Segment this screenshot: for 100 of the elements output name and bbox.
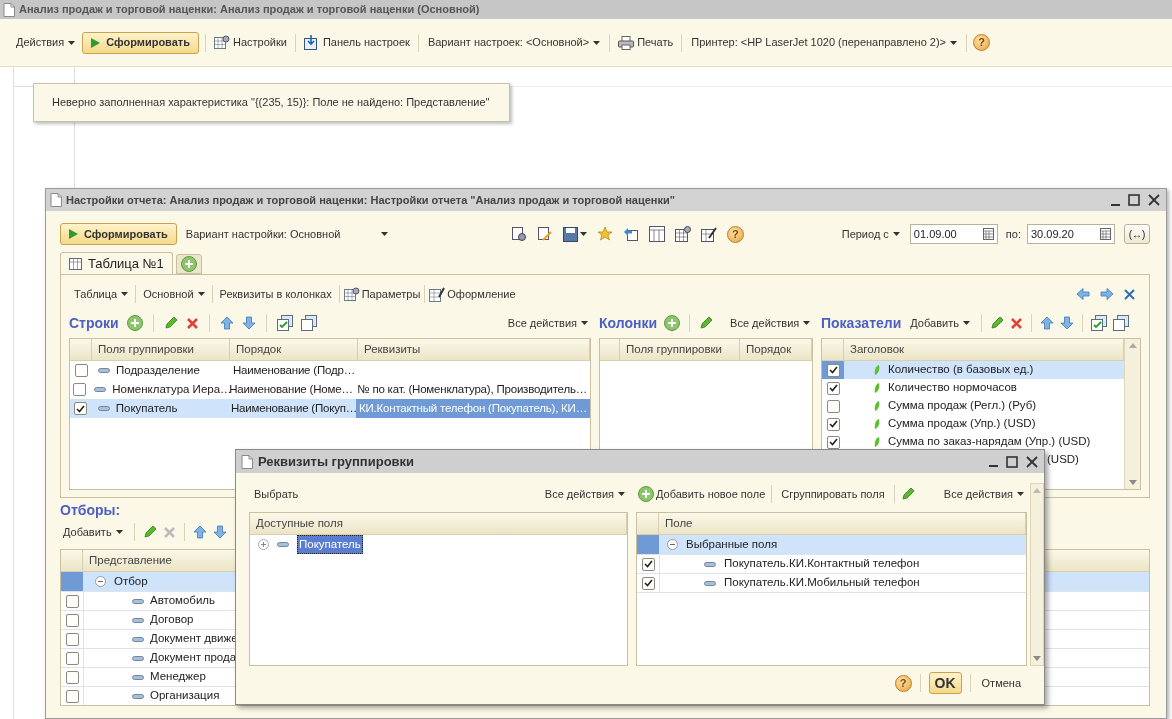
tab[interactable]: Таблица №1 bbox=[60, 252, 173, 274]
help-button[interactable]: ? bbox=[973, 34, 990, 51]
leaf-icon bbox=[874, 436, 880, 448]
add-icon bbox=[638, 486, 654, 502]
window-title: Анализ продаж и торговой наценки: Анализ продаж и торговой наценки (Основной) bbox=[19, 2, 480, 18]
section-title: Строки bbox=[69, 313, 119, 333]
toolbar-button[interactable]: Действия bbox=[13, 32, 79, 53]
add-tab[interactable] bbox=[175, 254, 202, 274]
cancel-button[interactable]: Отмена bbox=[978, 673, 1024, 693]
document-edit-icon bbox=[536, 226, 553, 242]
play-icon bbox=[69, 229, 78, 239]
ok-button[interactable]: OK bbox=[928, 672, 962, 694]
toolbar-button[interactable]: Оформление bbox=[429, 284, 516, 304]
section-title: Показатели bbox=[821, 313, 902, 333]
panel-icon bbox=[303, 35, 320, 50]
toolbar-button[interactable]: Реквизиты в колонках bbox=[216, 284, 335, 304]
tree-item[interactable]: Покупатель bbox=[297, 534, 363, 555]
toolbar-button[interactable]: Основной bbox=[140, 284, 208, 304]
checkbox[interactable] bbox=[826, 381, 840, 395]
checkbox[interactable] bbox=[74, 402, 88, 415]
toolbar-button[interactable]: Выбрать bbox=[251, 484, 302, 504]
date-field[interactable]: 30.09.20 bbox=[1027, 224, 1115, 244]
toolbar-button[interactable]: Все действия bbox=[727, 313, 814, 333]
star-icon bbox=[596, 226, 613, 242]
toolbar-button[interactable]: Добавить bbox=[60, 522, 126, 542]
table-cell-text: Отбор bbox=[114, 573, 148, 589]
table-cell-text: Организация bbox=[150, 688, 220, 704]
toolbar-button[interactable]: Вариант настроек: <Основной> bbox=[424, 32, 604, 53]
checkbox[interactable] bbox=[65, 613, 79, 627]
period-dropdown[interactable]: Период с bbox=[838, 224, 903, 244]
caret-icon bbox=[115, 530, 123, 534]
toolbar-button[interactable]: Добавить новое поле bbox=[638, 484, 766, 504]
table-cell-text: Наименование (Подр… bbox=[233, 362, 355, 378]
table-row[interactable]: Покупатель Наименование (Покуп… КИ.Контактный телефон (Покупатель), КИ… bbox=[70, 399, 590, 418]
table-cell-text: № по кат. (Номенклатура), Производитель… bbox=[357, 381, 587, 397]
checkbox[interactable] bbox=[65, 594, 79, 608]
help-button[interactable]: ? bbox=[726, 225, 744, 243]
date-field[interactable]: 01.09.00 bbox=[909, 224, 998, 244]
document-icon bbox=[50, 193, 62, 207]
toolbar-button[interactable]: Панель настроек bbox=[301, 32, 412, 53]
table-cell-text: Количество (в базовых ед.) bbox=[888, 362, 1034, 378]
checkbox[interactable] bbox=[72, 383, 86, 396]
field-icon bbox=[94, 387, 107, 392]
table-cell-text: Наименование (Покуп… bbox=[231, 400, 358, 416]
checkbox[interactable] bbox=[65, 689, 79, 703]
caret-icon bbox=[579, 232, 587, 236]
generate-button[interactable]: Сформировать bbox=[60, 223, 177, 245]
toolbar-button[interactable]: Сгруппировать поля bbox=[778, 484, 888, 504]
variant-dropdown[interactable]: Вариант настройки: Основной bbox=[185, 224, 394, 244]
checkbox[interactable] bbox=[641, 557, 655, 571]
window-title: Настройки отчета: Анализ продаж и торговой наценки: Настройки отчета "Анализ продаж и торговой наценки" bbox=[66, 192, 676, 208]
column-header: Доступные поля bbox=[250, 513, 627, 534]
table-row[interactable]: Выбранные поля bbox=[637, 535, 1026, 554]
checkbox[interactable] bbox=[826, 363, 840, 377]
checkbox[interactable] bbox=[65, 670, 79, 684]
table-cell-text: Сумма продаж (Упр.) (USD) bbox=[888, 416, 1036, 432]
table-cell-text: Количество нормочасов bbox=[888, 380, 1017, 396]
toolbar-button[interactable]: Принтер: <HP LaserJet 1020 (перенаправлено 2)> bbox=[688, 32, 960, 53]
checkbox[interactable] bbox=[641, 576, 655, 590]
help-button[interactable]: ? bbox=[894, 674, 912, 692]
checkbox[interactable] bbox=[74, 364, 88, 377]
table-row[interactable]: Номенклатура Иера…Наименование (Номе… № по кат. (Номенклатура), Производитель… bbox=[70, 380, 590, 399]
toolbar-button[interactable]: Параметры bbox=[343, 284, 421, 304]
column-header: Поле bbox=[659, 513, 1026, 534]
stacked-pages-icon bbox=[300, 315, 317, 331]
toolbar-button[interactable]: Таблица bbox=[71, 284, 132, 304]
field-icon bbox=[132, 617, 144, 623]
table-cell-text: (USD) bbox=[1047, 452, 1079, 468]
leaf-icon bbox=[874, 364, 880, 376]
table-row[interactable]: Подразделение Наименование (Подр… bbox=[70, 361, 590, 380]
table-row[interactable]: Сумма продаж (Регл.) (Руб) bbox=[822, 397, 1124, 415]
generate-button[interactable]: Сформировать bbox=[82, 31, 199, 54]
toolbar-button[interactable]: Печать bbox=[616, 32, 676, 53]
settings-icon bbox=[214, 35, 230, 50]
table-row[interactable]: Сумма продаж (Упр.) (USD) bbox=[822, 415, 1124, 433]
period-button[interactable]: (↔) bbox=[1124, 224, 1150, 244]
table-cell-text: Менеджер bbox=[150, 669, 206, 685]
column-header: Поля группировки bbox=[92, 339, 230, 360]
caret-icon bbox=[197, 292, 205, 296]
table-pencil-icon bbox=[700, 226, 717, 242]
toolbar-button[interactable]: Все действия bbox=[504, 313, 591, 333]
table-row[interactable]: Количество нормочасов bbox=[822, 379, 1124, 397]
caret-icon bbox=[618, 492, 625, 496]
toolbar-button[interactable]: Настройки bbox=[212, 32, 289, 53]
toolbar-button[interactable]: Все действия bbox=[541, 484, 628, 504]
leaf-icon bbox=[874, 400, 880, 412]
stacked-check-icon bbox=[276, 315, 293, 331]
caret-icon bbox=[581, 321, 588, 325]
down-arrow-icon bbox=[241, 316, 256, 330]
up-arrow-icon bbox=[219, 316, 234, 330]
toolbar-button[interactable]: Добавить bbox=[907, 313, 973, 333]
table-row[interactable]: Сумма по заказ-нарядам (Упр.) (USD) bbox=[822, 433, 1124, 451]
checkbox[interactable] bbox=[826, 435, 840, 449]
checkbox[interactable] bbox=[826, 417, 840, 431]
toolbar-button[interactable]: Все действия bbox=[940, 484, 1027, 504]
down-arrow-icon bbox=[1059, 316, 1074, 330]
checkbox[interactable] bbox=[65, 632, 79, 646]
checkbox[interactable] bbox=[65, 651, 79, 665]
table-row[interactable]: Количество (в базовых ед.) bbox=[822, 361, 1124, 379]
checkbox[interactable] bbox=[826, 399, 840, 413]
